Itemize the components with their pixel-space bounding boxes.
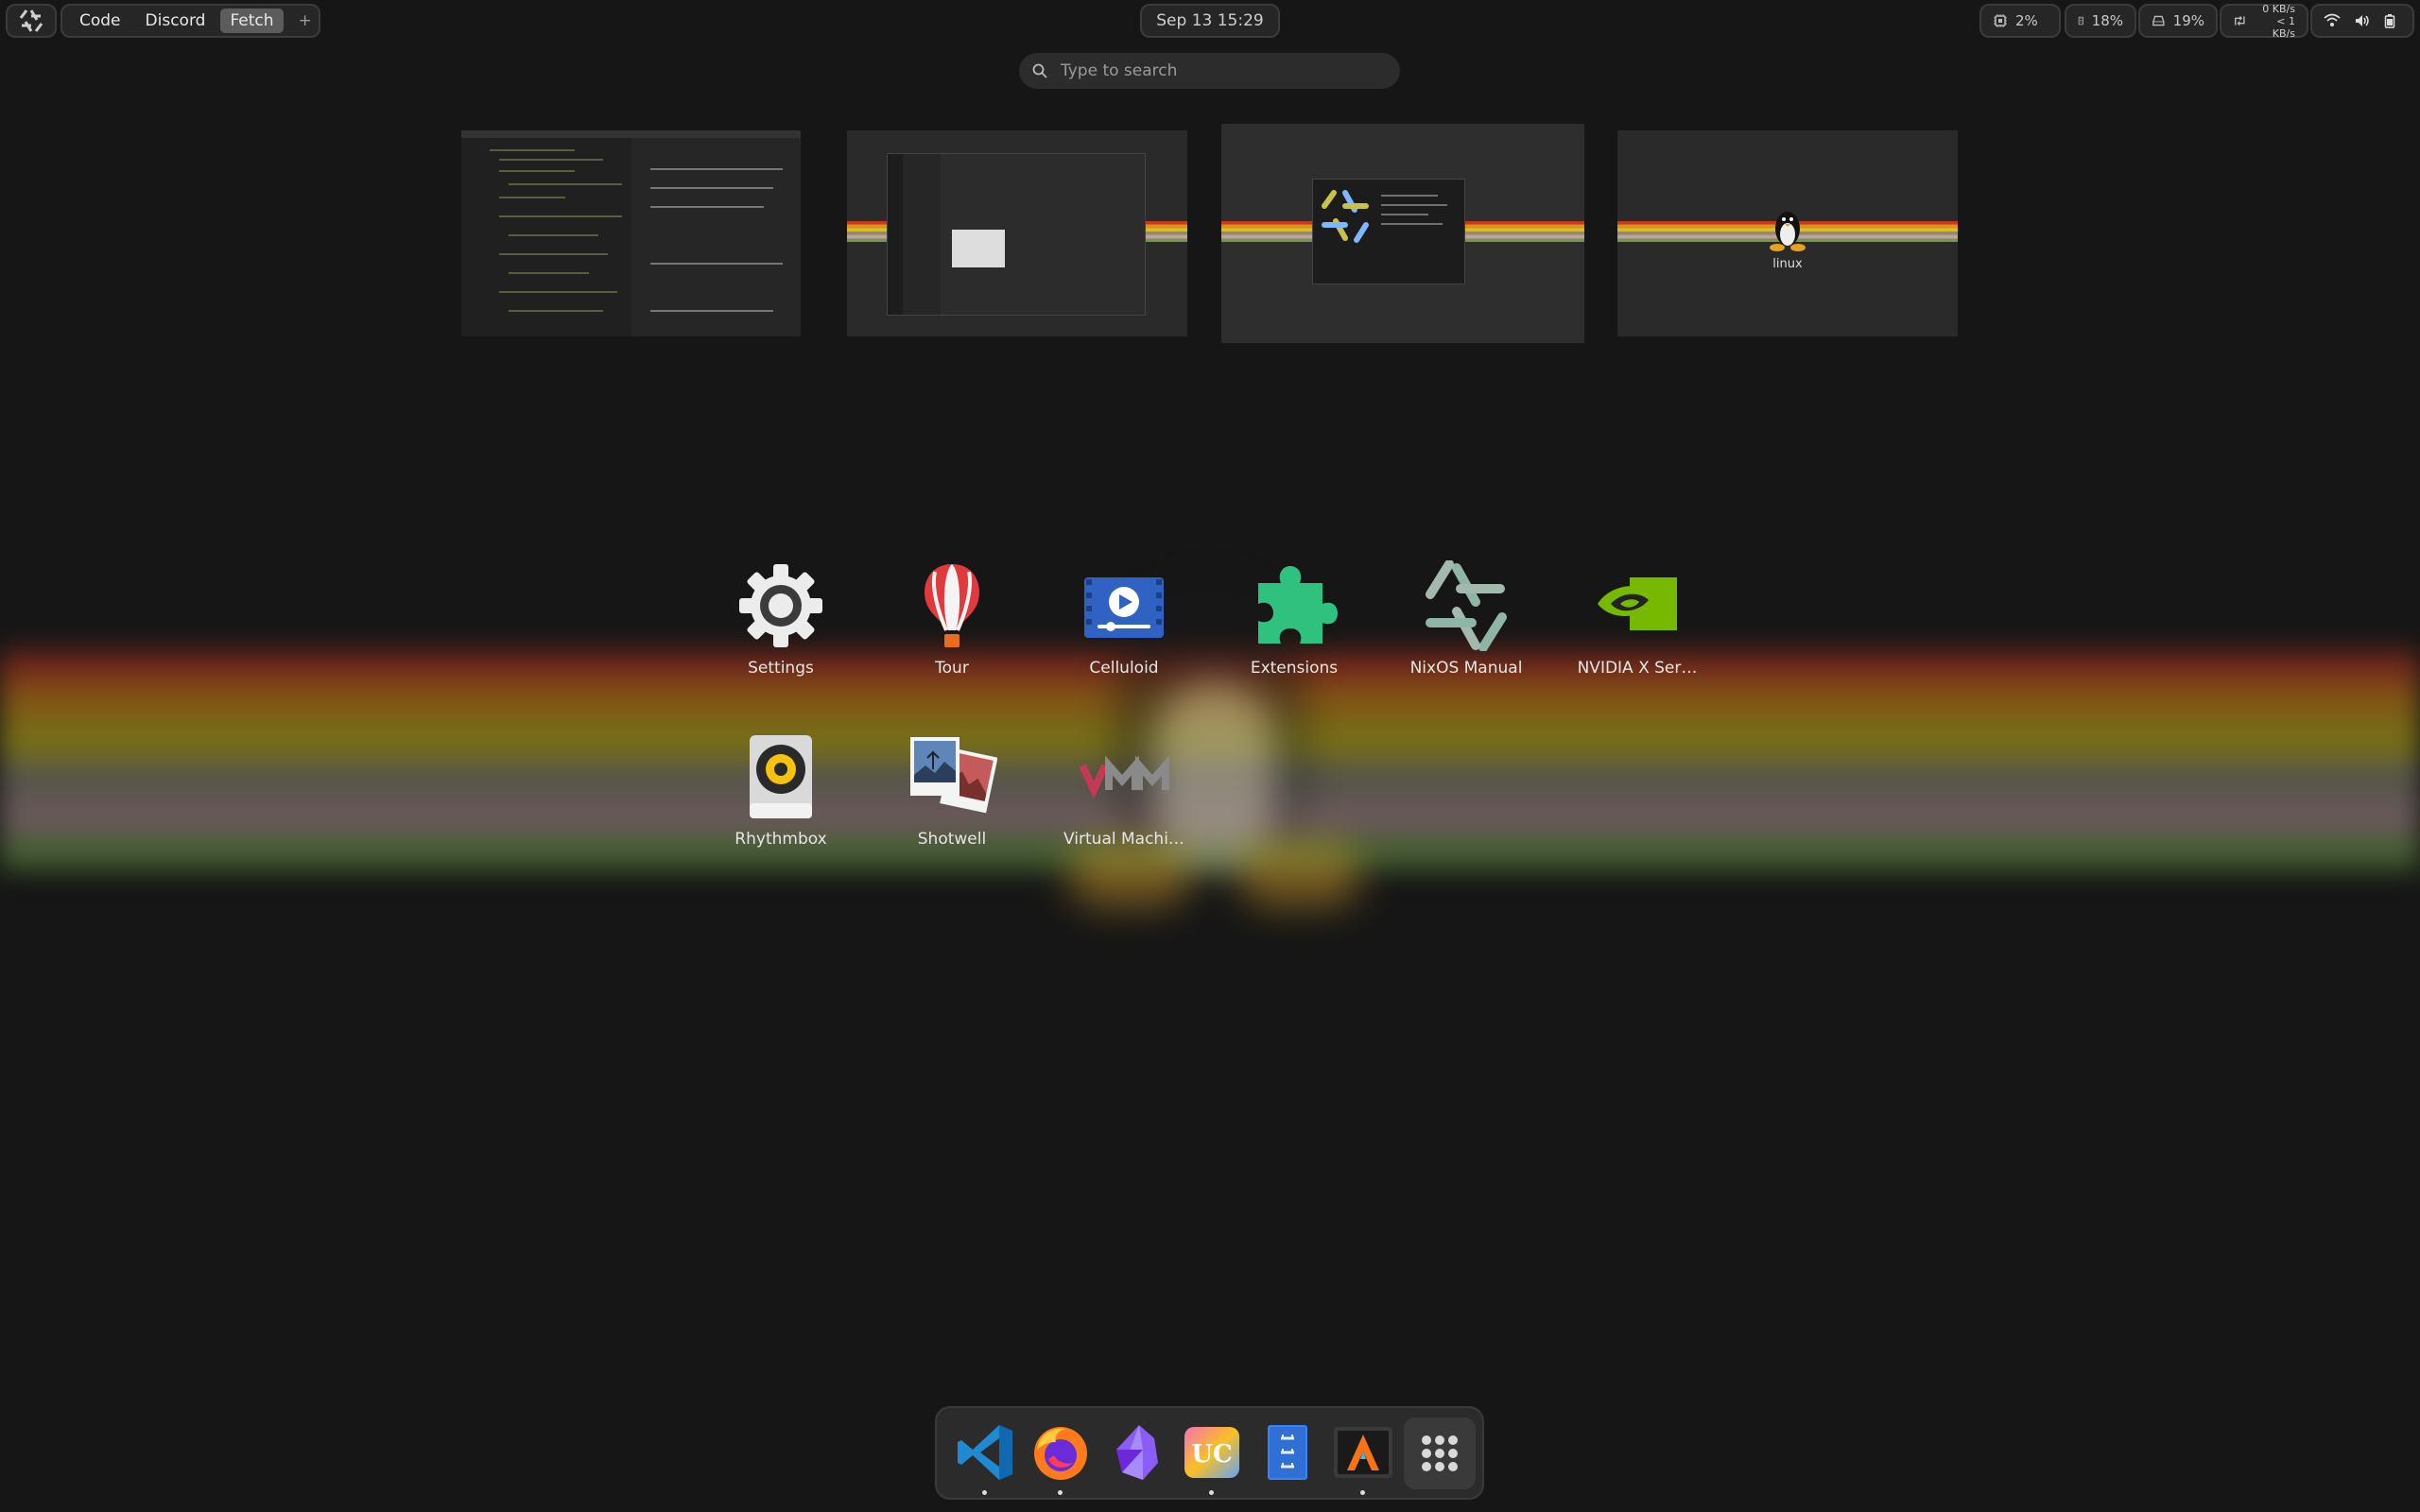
app-label-nixos-manual: NixOS Manual	[1409, 659, 1523, 678]
app-extensions[interactable]: Extensions	[1214, 560, 1374, 678]
cpu-value: 2%	[2015, 12, 2038, 29]
vscode-icon	[958, 1425, 1012, 1480]
dock-unciv[interactable]: UC	[1181, 1421, 1243, 1495]
volume-icon	[2356, 15, 2369, 26]
dock-firefox[interactable]	[1029, 1421, 1092, 1495]
dock-files[interactable]	[1256, 1421, 1319, 1484]
disk-indicator[interactable]: 19%	[2138, 4, 2218, 38]
net-down-value: 0 KB/s	[2262, 2, 2295, 15]
wifi-icon	[2324, 13, 2341, 26]
hot-air-balloon-icon	[907, 560, 997, 651]
nvidia-eye-icon	[1592, 560, 1683, 651]
net-up-value: < 1 KB/s	[2272, 14, 2295, 40]
unciv-icon: UC	[1184, 1427, 1239, 1478]
tux-icon	[1770, 212, 1806, 251]
transfer-arrows-icon	[2235, 15, 2245, 26]
search-bar[interactable]	[1019, 53, 1400, 89]
running-indicator	[1360, 1490, 1365, 1495]
memory-indicator[interactable]: 18%	[2065, 4, 2136, 38]
network-speed-indicator[interactable]: 0 KB/s < 1 KB/s	[2220, 2, 2308, 40]
vmm-icon	[1079, 731, 1169, 822]
app-label-tour: Tour	[935, 659, 969, 678]
dock: UC	[935, 1406, 1484, 1500]
app-virtual-machine-manager[interactable]: Virtual Machi…	[1044, 731, 1204, 849]
video-player-icon	[1079, 560, 1169, 651]
workspace-preview-discord[interactable]	[847, 130, 1187, 336]
search-input[interactable]	[1059, 60, 1365, 81]
battery-icon	[2384, 14, 2395, 28]
app-grid-icon	[1422, 1435, 1458, 1471]
workspace-code[interactable]: Code	[70, 9, 130, 33]
workspace-switcher: Code Discord Fetch +	[60, 4, 320, 38]
clock[interactable]: Sep 13 15:29	[1140, 4, 1280, 38]
dock-alacritty[interactable]	[1332, 1421, 1394, 1495]
wallpaper-label: linux	[1772, 257, 1803, 271]
app-label-nvidia-settings: NVIDIA X Ser…	[1577, 659, 1698, 678]
workspace-preview-code[interactable]	[461, 130, 801, 336]
app-settings[interactable]: Settings	[700, 560, 861, 678]
photos-icon	[907, 731, 998, 822]
top-bar: Code Discord Fetch + Sep 13 15:29 2% 18%…	[0, 0, 2420, 42]
app-rhythmbox[interactable]: Rhythmbox	[700, 731, 861, 849]
settings-gear-icon	[735, 560, 826, 651]
running-indicator	[982, 1490, 987, 1495]
dock-vscode[interactable]	[954, 1421, 1016, 1495]
app-nixos-manual[interactable]: NixOS Manual	[1386, 559, 1547, 678]
obsidian-icon	[1116, 1425, 1158, 1480]
app-shotwell[interactable]: Shotwell	[872, 731, 1032, 849]
app-tour[interactable]: Tour	[872, 560, 1032, 678]
cpu-icon	[1994, 14, 2007, 27]
svg-text:UC: UC	[1191, 1440, 1232, 1469]
app-label-celluloid: Celluloid	[1089, 659, 1159, 678]
app-nvidia-settings[interactable]: NVIDIA X Ser…	[1557, 560, 1718, 678]
dock-obsidian[interactable]	[1105, 1421, 1167, 1484]
alacritty-terminal-icon	[1334, 1427, 1392, 1478]
workspace-preview-linux[interactable]: linux	[1617, 130, 1958, 336]
file-manager-icon	[1268, 1425, 1307, 1480]
disk-icon	[2152, 15, 2165, 26]
app-label-rhythmbox: Rhythmbox	[735, 830, 827, 849]
running-indicator	[1058, 1490, 1063, 1495]
firefox-icon	[1034, 1427, 1087, 1480]
app-label-settings: Settings	[748, 659, 814, 678]
speaker-icon	[735, 731, 826, 822]
search-icon	[1032, 63, 1047, 78]
add-workspace-button[interactable]: +	[289, 9, 321, 33]
puzzle-piece-icon	[1249, 560, 1340, 651]
memory-icon	[2078, 16, 2083, 26]
workspace-discord[interactable]: Discord	[136, 9, 216, 33]
disk-value: 19%	[2172, 12, 2204, 29]
nixos-logo-icon	[19, 9, 43, 32]
memory-value: 18%	[2091, 12, 2123, 29]
app-label-extensions: Extensions	[1250, 659, 1339, 678]
wallpaper	[0, 0, 2420, 1512]
fetch-nix-logo-icon	[1322, 190, 1369, 243]
show-apps-button[interactable]	[1404, 1418, 1476, 1489]
workspace-fetch[interactable]: Fetch	[220, 9, 284, 33]
app-celluloid[interactable]: Celluloid	[1044, 560, 1204, 678]
workspace-preview-fetch[interactable]	[1221, 124, 1584, 343]
system-tray[interactable]	[2310, 4, 2414, 38]
nixos-snowflake-icon	[1421, 559, 1512, 652]
running-indicator	[1209, 1490, 1214, 1495]
nixos-logo-button[interactable]	[6, 4, 57, 38]
app-label-shotwell: Shotwell	[917, 830, 987, 849]
app-label-virtual-machine-manager: Virtual Machi…	[1063, 830, 1184, 849]
cpu-indicator[interactable]: 2%	[1979, 4, 2061, 38]
